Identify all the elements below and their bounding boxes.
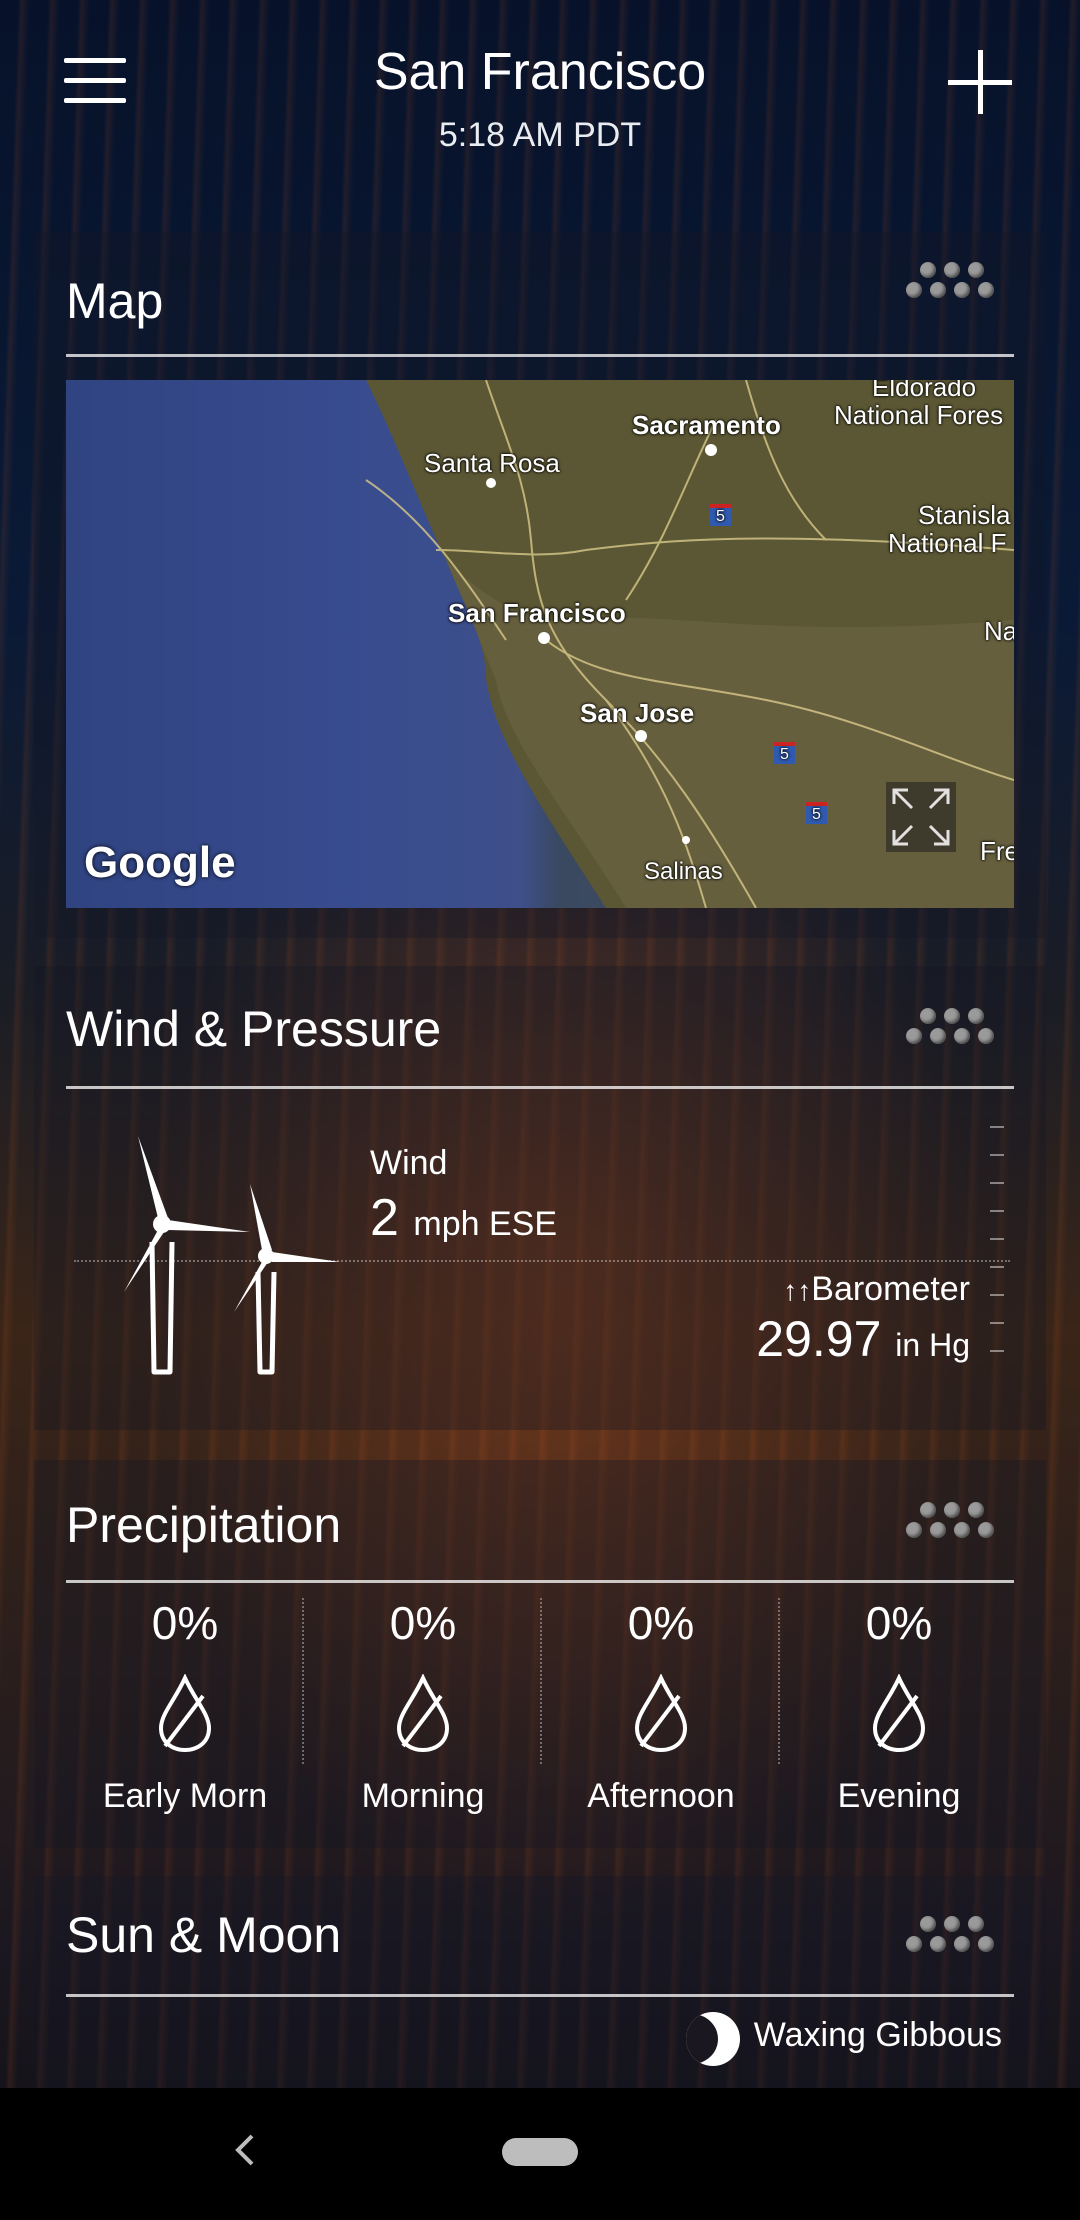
scale-tick xyxy=(990,1182,1004,1184)
raindrop-icon xyxy=(158,1673,212,1753)
scale-tick xyxy=(990,1294,1004,1296)
expand-icon[interactable] xyxy=(886,782,956,852)
card-title-map: Map xyxy=(66,273,164,329)
raindrop-icon xyxy=(634,1673,688,1753)
precip-label: Early Morn xyxy=(102,1777,268,1815)
barometer-label: ↑↑Barometer xyxy=(783,1270,970,1309)
map-label-salinas: Salinas xyxy=(644,858,723,885)
wind-unit: mph ESE xyxy=(413,1205,557,1243)
map-label-na: Na xyxy=(984,616,1014,646)
moon-phase-label: Waxing Gibbous xyxy=(753,2016,1002,2054)
moon-phase-icon xyxy=(686,2012,740,2066)
precip-chance: 0% xyxy=(151,1597,219,1649)
more-dots-icon[interactable] xyxy=(906,1916,1002,1956)
wind-label: Wind xyxy=(370,1144,448,1182)
precip-period: 0% Morning xyxy=(304,1590,542,1816)
card-divider xyxy=(66,354,1014,357)
barometer-unit: in Hg xyxy=(895,1327,970,1363)
raindrop-icon xyxy=(872,1673,926,1753)
barometer-value: 29.97 in Hg xyxy=(756,1310,970,1368)
map-label-eldorado-forest: National Fores xyxy=(834,400,1004,430)
map-label-interstate-5: 5 xyxy=(806,802,827,824)
wind-speed: 2 xyxy=(370,1189,399,1247)
precipitation-card: Precipitation 0% Early Morn 0% Morning 0… xyxy=(34,1460,1046,1848)
card-title-sun-moon: Sun & Moon xyxy=(66,1907,342,1963)
sun-moon-card: Sun & Moon Waxing Gibbous xyxy=(34,1876,1046,2088)
card-divider xyxy=(66,1086,1014,1089)
precip-period: 0% Evening xyxy=(780,1590,1018,1816)
raindrop-icon xyxy=(396,1673,450,1753)
barometer-label-text: Barometer xyxy=(811,1270,970,1308)
wind-turbine-icon xyxy=(124,1136,340,1375)
google-logo: Google xyxy=(84,838,236,887)
rising-arrows-icon: ↑↑ xyxy=(783,1275,812,1306)
city-title[interactable]: San Francisco xyxy=(0,42,1080,102)
precip-chance: 0% xyxy=(627,1597,695,1649)
scale-tick xyxy=(990,1238,1004,1240)
scale-tick xyxy=(990,1210,1004,1212)
scale-tick xyxy=(990,1154,1004,1156)
map-label-interstate-5: 5 xyxy=(710,504,731,526)
home-pill-icon[interactable] xyxy=(502,2138,578,2166)
precip-period: 0% Afternoon xyxy=(542,1590,780,1816)
scale-tick xyxy=(990,1322,1004,1324)
more-dots-icon[interactable] xyxy=(906,1008,1002,1048)
card-divider xyxy=(66,1994,1014,1997)
map-label-sacramento: Sacramento xyxy=(632,410,781,440)
map-card: Map Sacramento Santa Rosa San Francisco … xyxy=(34,232,1046,938)
scale-tick xyxy=(990,1126,1004,1128)
map-label-santa-rosa: Santa Rosa xyxy=(424,448,560,478)
scale-tick xyxy=(990,1350,1004,1352)
wind-value: 2 mph ESE xyxy=(370,1188,557,1248)
weather-screen: San Francisco 5:18 AM PDT Map Sacramento… xyxy=(0,0,1080,2088)
wind-pressure-card: Wind & Pressure Wind 2 mph ESE ↑↑Baromet… xyxy=(34,966,1046,1430)
precip-period: 0% Early Morn xyxy=(66,1590,304,1816)
back-chevron-icon[interactable] xyxy=(226,2130,266,2170)
map-label-stanislaus-forest: National F xyxy=(888,528,1007,558)
system-nav-bar xyxy=(0,2088,1080,2220)
more-dots-icon[interactable] xyxy=(906,262,1002,302)
precip-label: Morning xyxy=(361,1777,485,1815)
map-view[interactable]: Sacramento Santa Rosa San Francisco San … xyxy=(66,380,1014,908)
card-title-precipitation: Precipitation xyxy=(66,1497,342,1553)
precip-label: Evening xyxy=(837,1777,961,1815)
map-label-san-francisco: San Francisco xyxy=(448,598,626,628)
barometer-reading: 29.97 xyxy=(756,1311,882,1367)
map-label-stanislaus: Stanisla xyxy=(918,500,1011,530)
precip-label: Afternoon xyxy=(587,1777,735,1815)
card-divider xyxy=(66,1580,1014,1583)
precip-chance: 0% xyxy=(865,1597,933,1649)
card-title-wind-pressure: Wind & Pressure xyxy=(66,1001,442,1057)
map-label-interstate-5: 5 xyxy=(774,742,795,764)
map-label-san-jose: San Jose xyxy=(580,698,695,728)
more-dots-icon[interactable] xyxy=(906,1502,1002,1542)
precip-chance: 0% xyxy=(389,1597,457,1649)
map-label-fre: Fre xyxy=(980,836,1014,866)
local-time: 5:18 AM PDT xyxy=(438,116,642,154)
plus-icon[interactable] xyxy=(948,50,1012,114)
scale-tick xyxy=(990,1266,1004,1268)
